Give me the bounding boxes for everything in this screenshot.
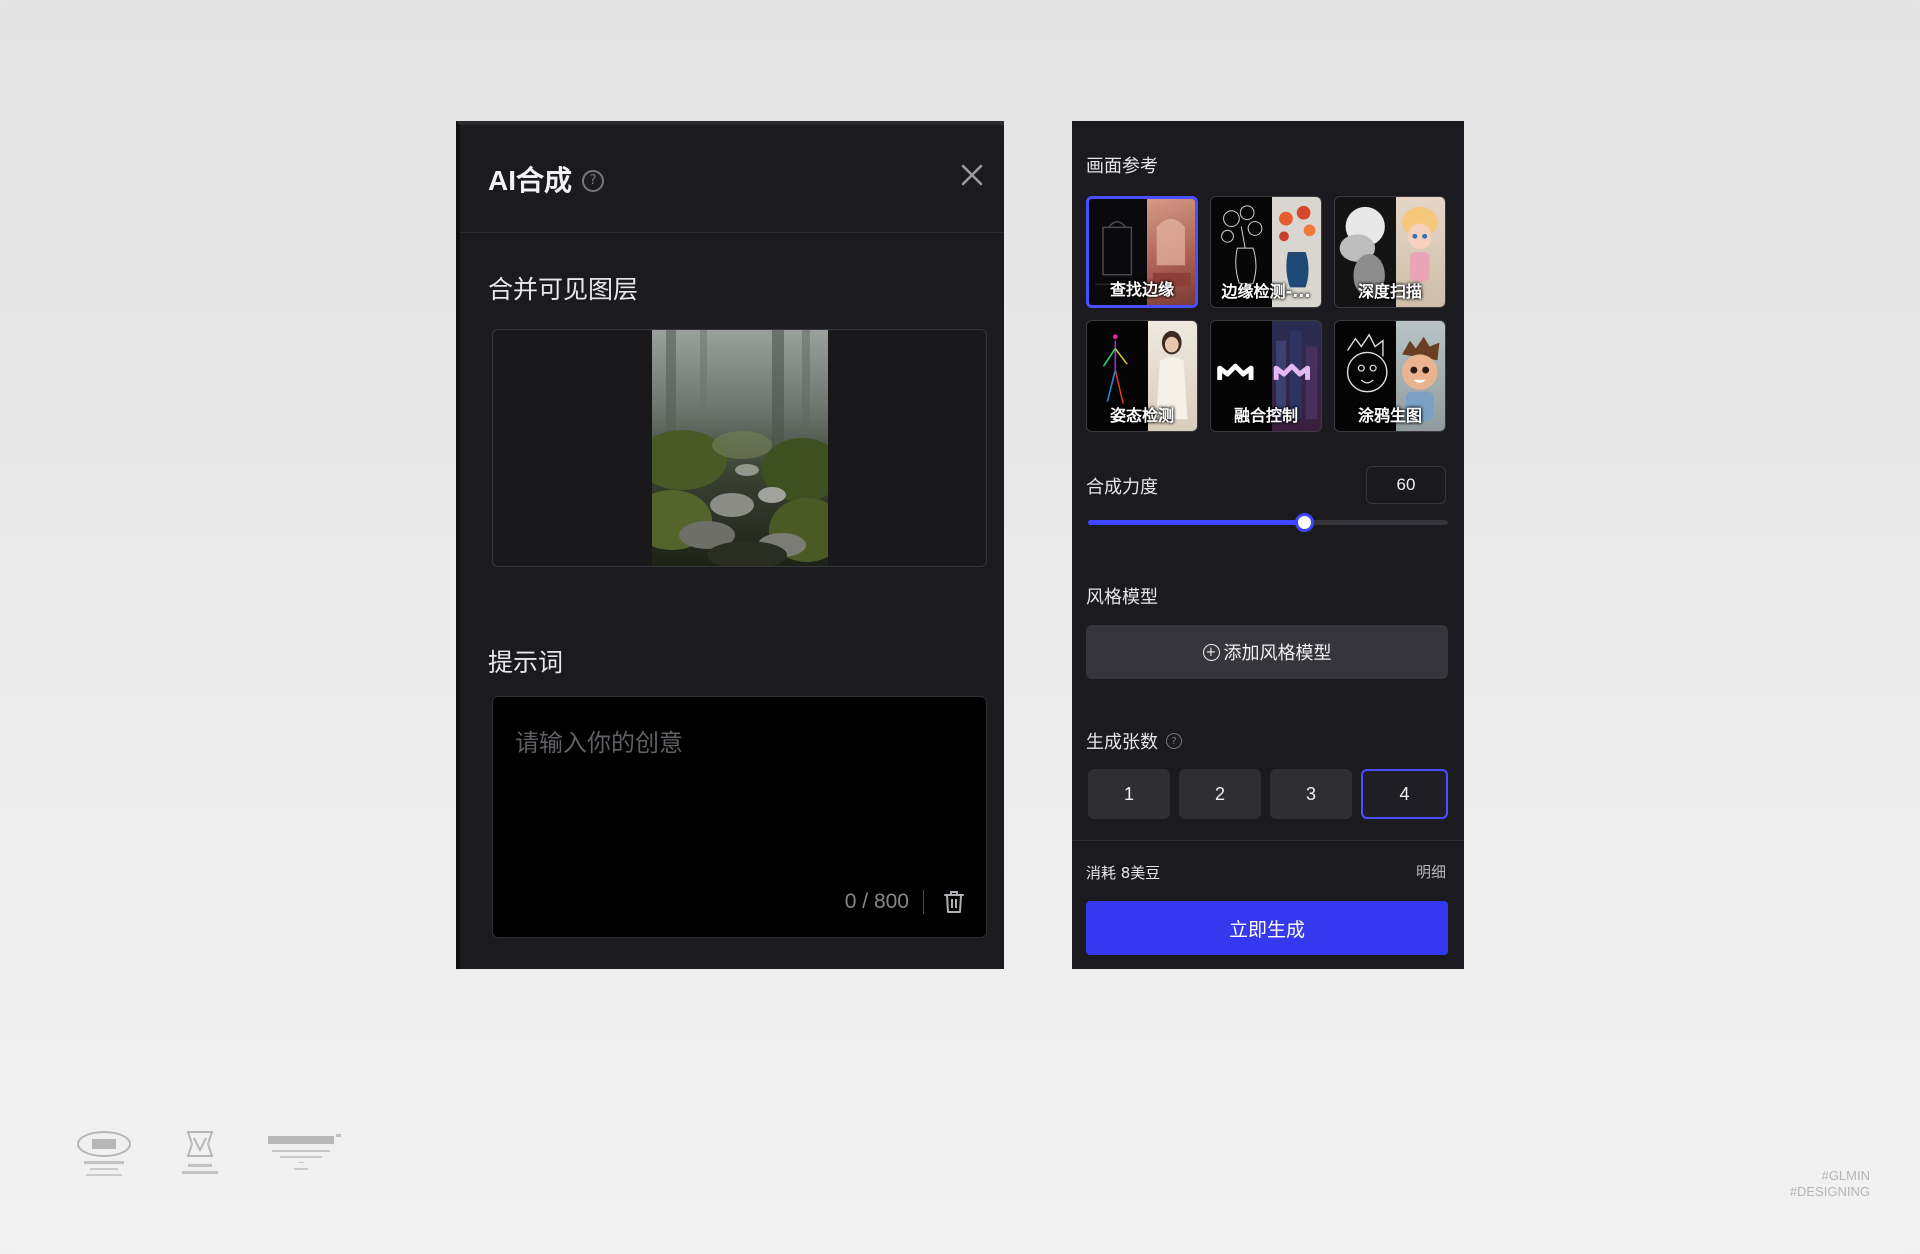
add-style-button-label: 添加风格模型	[1223, 643, 1332, 664]
trash-icon[interactable]	[942, 889, 966, 915]
footer-logos	[72, 1128, 344, 1184]
slider-fill	[1088, 520, 1304, 525]
watermark-line2: #DESIGNING	[1789, 1184, 1870, 1199]
strength-slider[interactable]	[1088, 513, 1448, 532]
page-background: AI合成 ? 合并可见图层 提示词 请输入你的创意 0 / 800 画面参考 查…	[0, 0, 1920, 1254]
reference-pose-detection[interactable]: 姿态检测	[1086, 320, 1198, 432]
reference-label: 画面参考	[1086, 156, 1158, 177]
count-option-1[interactable]: 1	[1088, 769, 1170, 819]
close-icon[interactable]	[958, 161, 986, 189]
reference-label-text: 深度扫描	[1357, 282, 1422, 301]
common-logo	[268, 1134, 341, 1170]
reference-label-text: 边缘检测-...	[1221, 282, 1311, 301]
ai-compose-panel: AI合成 ? 合并可见图层 提示词 请输入你的创意 0 / 800	[456, 121, 1004, 969]
reference-doodle[interactable]: 涂鸦生图	[1334, 320, 1446, 432]
reference-depth-scan[interactable]: 深度扫描	[1334, 196, 1446, 308]
watermark-line1: #GLMIN	[1821, 1168, 1870, 1183]
divider	[1072, 840, 1464, 841]
prompt-input-box: 0 / 800	[492, 696, 987, 938]
count-option-2[interactable]: 2	[1179, 769, 1261, 819]
watermark: #GLMIN #DESIGNING	[1790, 1168, 1870, 1200]
char-count: 0 / 800	[844, 890, 909, 913]
style-model-label: 风格模型	[1086, 587, 1158, 608]
help-icon[interactable]: ?	[582, 169, 605, 192]
panel-title: AI合成	[488, 164, 573, 196]
divider	[923, 890, 924, 914]
prompt-input[interactable]	[493, 697, 986, 867]
count-option-3[interactable]: 3	[1270, 769, 1352, 819]
detail-link[interactable]: 明细	[1416, 861, 1446, 882]
reference-label-text: 查找边缘	[1109, 280, 1174, 299]
count-label-row: 生成张数 ?	[1086, 728, 1182, 754]
reference-label-text: 姿态检测	[1109, 406, 1174, 425]
forest-thumbnail	[652, 330, 828, 566]
merged-layer-preview	[492, 329, 987, 567]
reference-grid: 查找边缘 边缘检测-... 深度扫描 姿态检测 融合控制 涂鸦生图	[1086, 196, 1458, 432]
glmin-designing-logo	[182, 1131, 218, 1174]
prompt-footer: 0 / 800	[845, 889, 966, 915]
reference-fusion-control[interactable]: 融合控制	[1210, 320, 1322, 432]
reference-find-edges[interactable]: 查找边缘	[1086, 196, 1198, 308]
count-options: 1 2 3 4	[1088, 769, 1448, 819]
reference-label-text: 涂鸦生图	[1357, 406, 1422, 425]
panel-header: AI合成 ?	[460, 125, 1004, 233]
count-label: 生成张数	[1086, 732, 1158, 753]
add-style-model-button[interactable]: + 添加风格模型	[1086, 625, 1448, 679]
page-layout-logo	[77, 1131, 131, 1176]
plus-circle-icon: +	[1202, 643, 1220, 661]
reference-edge-detection[interactable]: 边缘检测-...	[1210, 196, 1322, 308]
generate-button[interactable]: 立即生成	[1086, 901, 1448, 955]
slider-thumb[interactable]	[1295, 513, 1314, 532]
help-icon[interactable]: ?	[1166, 733, 1182, 749]
strength-value-input[interactable]: 60	[1366, 466, 1446, 504]
count-option-4[interactable]: 4	[1361, 769, 1448, 819]
settings-panel: 画面参考 查找边缘 边缘检测-... 深度扫描 姿态检测 融合控制 涂鸦生图 合…	[1072, 121, 1464, 969]
prompt-title: 提示词	[488, 648, 564, 677]
reference-label-text: 融合控制	[1233, 406, 1298, 425]
merge-layers-title: 合并可见图层	[488, 275, 639, 304]
strength-label: 合成力度	[1086, 477, 1158, 498]
cost-text: 消耗 8美豆	[1086, 864, 1161, 882]
